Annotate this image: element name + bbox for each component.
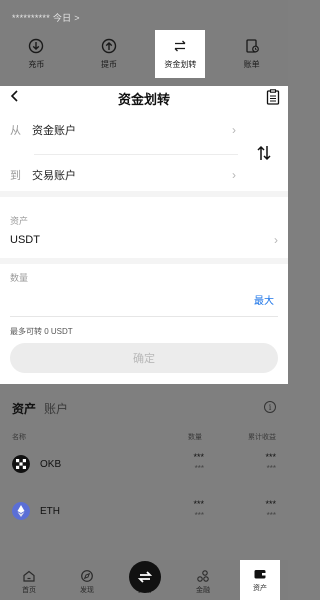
asset-tabs: 资产 账户 [12,400,68,417]
coin-symbol: OKB [40,458,62,470]
list-item[interactable]: ETH [12,502,60,520]
chevron-right-icon: › [274,233,278,247]
nav-assets-label: 资产 [253,585,267,592]
bill-icon [246,39,259,53]
list-item[interactable]: OKB [12,455,61,473]
asset-select[interactable]: USDT [10,234,40,246]
nav-discover-label: 发现 [80,587,94,594]
to-account-row[interactable]: 到 交易账户 › [10,165,236,185]
nav-finance-label: 金融 [196,587,210,594]
withdraw-label: 提币 [101,60,117,69]
nav-trade[interactable]: 交易 [116,561,174,600]
deposit-label: 充币 [28,60,45,69]
page-title: 资金划转 [117,92,170,107]
available-amount: 最多可转 0 USDT [10,327,73,336]
info-icon[interactable]: i [264,401,276,413]
wallet-icon [254,570,266,579]
divider [34,154,238,155]
nav-discover[interactable]: 发现 [58,569,116,600]
account-summary[interactable]: ********** 今日 > [12,11,80,24]
sheet-header: 资金划转 [0,86,288,108]
bottom-nav: 首页 发现 交易 金融 资产 [0,560,288,600]
asset-label: 资产 [10,216,29,226]
from-account-row[interactable]: 从 资金账户 › [10,120,236,140]
deposit-button[interactable]: 充币 [0,30,73,78]
to-key: 到 [10,170,21,182]
trade-fab[interactable] [129,561,161,593]
withdraw-button[interactable]: 提币 [73,30,146,78]
finance-icon [197,570,209,582]
nav-home-label: 首页 [22,587,36,594]
okb-logo-icon [12,455,30,473]
max-button[interactable]: 最大 [254,292,274,307]
withdraw-icon [101,38,117,54]
eth-logo-icon [12,502,30,520]
confirm-button[interactable]: 确定 [10,343,278,373]
tab-accounts[interactable]: 账户 [44,400,68,417]
chevron-right-icon: › [232,168,236,182]
transfer-button[interactable]: 资金划转 [155,30,206,78]
discover-icon [81,570,93,582]
coin-pnl: *** *** [265,499,276,520]
transfer-label: 资金划转 [164,60,197,69]
quick-actions: 充币 提币 资金划转 账单 [0,30,288,78]
home-icon [23,570,35,582]
chevron-right-icon: › [232,123,236,137]
nav-assets[interactable]: 资产 [240,560,280,600]
record-icon[interactable] [266,89,280,105]
nav-home[interactable]: 首页 [0,569,58,600]
quantity-label: 数量 [10,273,29,283]
deposit-icon [29,38,44,54]
tab-assets[interactable]: 资产 [12,400,36,417]
section-separator [0,191,288,197]
bill-button[interactable]: 账单 [215,30,288,78]
column-qty-header: 数量 [188,434,202,441]
top-action-bar: ********** 今日 > 充币 提币 资金划转 账单 [0,0,288,86]
section-separator [0,258,288,264]
column-name-header: 名称 [12,434,26,441]
trade-icon [137,571,153,583]
transfer-icon [174,40,186,52]
transfer-sheet: 资金划转 从 资金账户 › 到 交易账户 › 资产 USDT › 数量 最大 最… [0,86,288,384]
swap-direction-icon[interactable] [256,144,272,162]
bill-label: 账单 [243,60,260,69]
from-key: 从 [10,125,21,137]
coin-symbol: ETH [40,505,60,517]
coin-quantity: *** *** [193,452,204,473]
to-account-value: 交易账户 [32,170,76,182]
from-account-value: 资金账户 [32,125,76,137]
coin-quantity: *** *** [193,499,204,520]
nav-finance[interactable]: 金融 [174,569,232,600]
quantity-input-underline [10,316,278,317]
coin-pnl: *** *** [265,452,276,473]
column-pnl-header: 累计收益 [248,434,276,441]
